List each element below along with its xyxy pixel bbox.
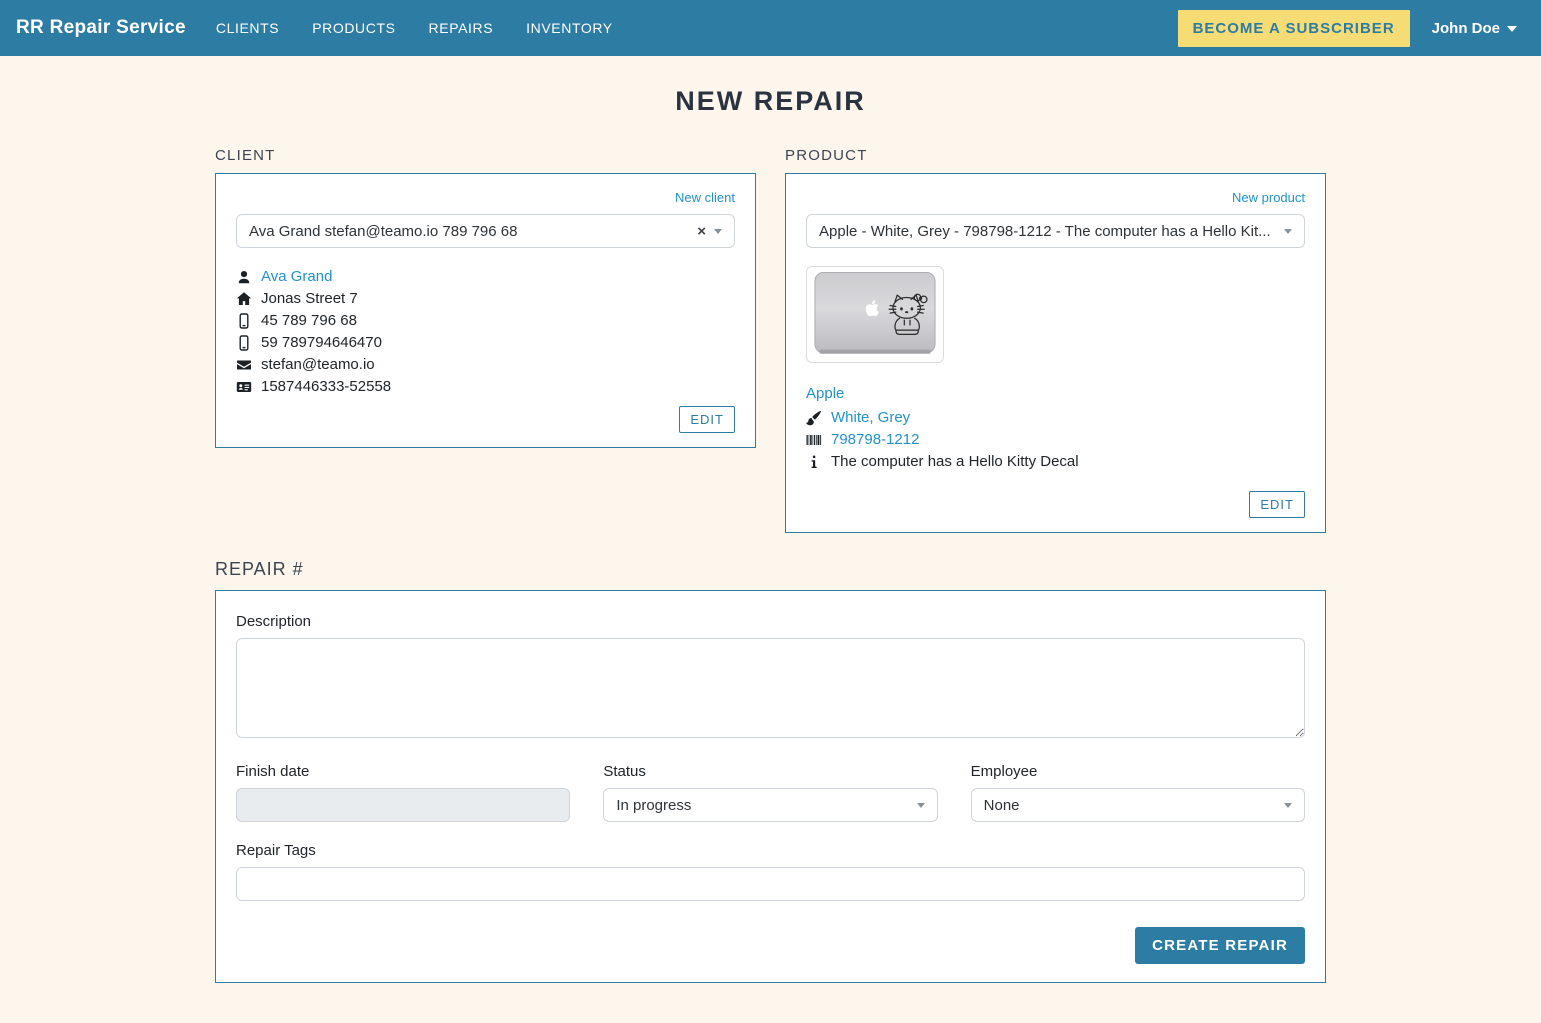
description-label: Description bbox=[236, 613, 1305, 630]
product-edit-button[interactable]: EDIT bbox=[1249, 491, 1305, 518]
nav-item-repairs[interactable]: REPAIRS bbox=[429, 20, 494, 36]
product-barcode-row: 798798-1212 bbox=[806, 431, 1305, 448]
status-field: Status In progress bbox=[603, 763, 937, 822]
id-card-icon bbox=[236, 379, 252, 395]
client-id-row: 1587446333-52558 bbox=[236, 378, 735, 395]
info-icon bbox=[806, 454, 822, 470]
mobile-icon bbox=[236, 335, 252, 351]
client-id-number: 1587446333-52558 bbox=[261, 378, 391, 395]
finish-date-input[interactable] bbox=[236, 788, 570, 822]
envelope-icon bbox=[236, 357, 252, 373]
repair-tags-input[interactable] bbox=[236, 867, 1305, 901]
product-select-value: Apple - White, Grey - 798798-1212 - The … bbox=[819, 223, 1284, 240]
product-note-row: The computer has a Hello Kitty Decal bbox=[806, 453, 1305, 470]
chevron-down-icon bbox=[1284, 803, 1292, 808]
page-background: NEW REPAIR CLIENT New client Ava Grand s… bbox=[0, 56, 1541, 1023]
paintbrush-icon bbox=[806, 410, 822, 426]
repair-panel: Description Finish date Status In progre… bbox=[215, 590, 1326, 983]
client-select-value: Ava Grand stefan@teamo.io 789 796 68 bbox=[249, 223, 697, 240]
employee-select-value: None bbox=[984, 797, 1284, 814]
client-phone2-row: 59 789794646470 bbox=[236, 334, 735, 351]
new-client-link[interactable]: New client bbox=[675, 190, 735, 205]
mobile-icon bbox=[236, 313, 252, 329]
repair-tags-label: Repair Tags bbox=[236, 842, 1305, 859]
nav-links: CLIENTS PRODUCTS REPAIRS INVENTORY bbox=[216, 20, 613, 36]
client-panel: New client Ava Grand stefan@teamo.io 789… bbox=[215, 173, 756, 448]
nav-item-inventory[interactable]: INVENTORY bbox=[526, 20, 613, 36]
user-menu[interactable]: John Doe bbox=[1432, 20, 1517, 37]
client-section: CLIENT New client Ava Grand stefan@teamo… bbox=[215, 147, 756, 448]
create-repair-button[interactable]: CREATE REPAIR bbox=[1135, 927, 1305, 964]
navbar-right: BECOME A SUBSCRIBER John Doe bbox=[1178, 10, 1525, 47]
new-product-link[interactable]: New product bbox=[1232, 190, 1305, 205]
client-details: Ava Grand Jonas Street 7 4 bbox=[236, 268, 735, 395]
client-email-row: stefan@teamo.io bbox=[236, 356, 735, 373]
page-title: NEW REPAIR bbox=[0, 56, 1541, 117]
repair-tags-field: Repair Tags bbox=[236, 842, 1305, 901]
client-phone-row: 45 789 796 68 bbox=[236, 312, 735, 329]
user-name: John Doe bbox=[1432, 20, 1500, 37]
top-navbar: RR Repair Service CLIENTS PRODUCTS REPAI… bbox=[0, 0, 1541, 56]
client-section-label: CLIENT bbox=[215, 147, 756, 164]
employee-label: Employee bbox=[971, 763, 1305, 780]
client-address-row: Jonas Street 7 bbox=[236, 290, 735, 307]
macbook-hello-kitty-image bbox=[811, 271, 939, 358]
nav-item-clients[interactable]: CLIENTS bbox=[216, 20, 279, 36]
status-select-value: In progress bbox=[616, 797, 916, 814]
client-name-row: Ava Grand bbox=[236, 268, 735, 285]
client-edit-button[interactable]: EDIT bbox=[679, 406, 735, 433]
repair-section-label: REPAIR # bbox=[215, 559, 1326, 580]
client-phone2: 59 789794646470 bbox=[261, 334, 382, 351]
employee-field: Employee None bbox=[971, 763, 1305, 822]
chevron-down-icon bbox=[917, 803, 925, 808]
chevron-down-icon bbox=[1507, 26, 1517, 32]
product-note: The computer has a Hello Kitty Decal bbox=[831, 453, 1079, 470]
finish-date-field: Finish date bbox=[236, 763, 570, 822]
product-select[interactable]: Apple - White, Grey - 798798-1212 - The … bbox=[806, 214, 1305, 248]
brand-logo[interactable]: RR Repair Service bbox=[16, 17, 186, 39]
finish-date-label: Finish date bbox=[236, 763, 570, 780]
chevron-down-icon bbox=[1284, 229, 1292, 234]
client-address: Jonas Street 7 bbox=[261, 290, 358, 307]
product-brand-link[interactable]: Apple bbox=[806, 385, 844, 402]
product-section: PRODUCT New product Apple - White, Grey … bbox=[785, 147, 1326, 533]
product-color-link[interactable]: White, Grey bbox=[831, 409, 910, 426]
description-textarea[interactable] bbox=[236, 638, 1305, 738]
repair-section: REPAIR # Description Finish date Status … bbox=[215, 559, 1326, 983]
person-icon bbox=[236, 269, 252, 285]
client-phone: 45 789 796 68 bbox=[261, 312, 357, 329]
status-select[interactable]: In progress bbox=[603, 788, 937, 822]
barcode-icon bbox=[806, 432, 822, 448]
employee-select[interactable]: None bbox=[971, 788, 1305, 822]
product-name-row: Apple bbox=[806, 385, 1305, 402]
client-name-link[interactable]: Ava Grand bbox=[261, 268, 332, 285]
product-color-row: White, Grey bbox=[806, 409, 1305, 426]
product-section-label: PRODUCT bbox=[785, 147, 1326, 164]
chevron-down-icon bbox=[714, 229, 722, 234]
client-email: stefan@teamo.io bbox=[261, 356, 375, 373]
product-details: White, Grey 798798-1212 bbox=[806, 409, 1305, 470]
nav-item-products[interactable]: PRODUCTS bbox=[312, 20, 395, 36]
become-subscriber-button[interactable]: BECOME A SUBSCRIBER bbox=[1178, 10, 1410, 47]
status-label: Status bbox=[603, 763, 937, 780]
home-icon bbox=[236, 291, 252, 307]
product-photo[interactable] bbox=[806, 266, 944, 363]
product-barcode-link[interactable]: 798798-1212 bbox=[831, 431, 919, 448]
client-select[interactable]: Ava Grand stefan@teamo.io 789 796 68 × bbox=[236, 214, 735, 248]
clear-icon[interactable]: × bbox=[697, 223, 706, 240]
product-panel: New product Apple - White, Grey - 798798… bbox=[785, 173, 1326, 533]
